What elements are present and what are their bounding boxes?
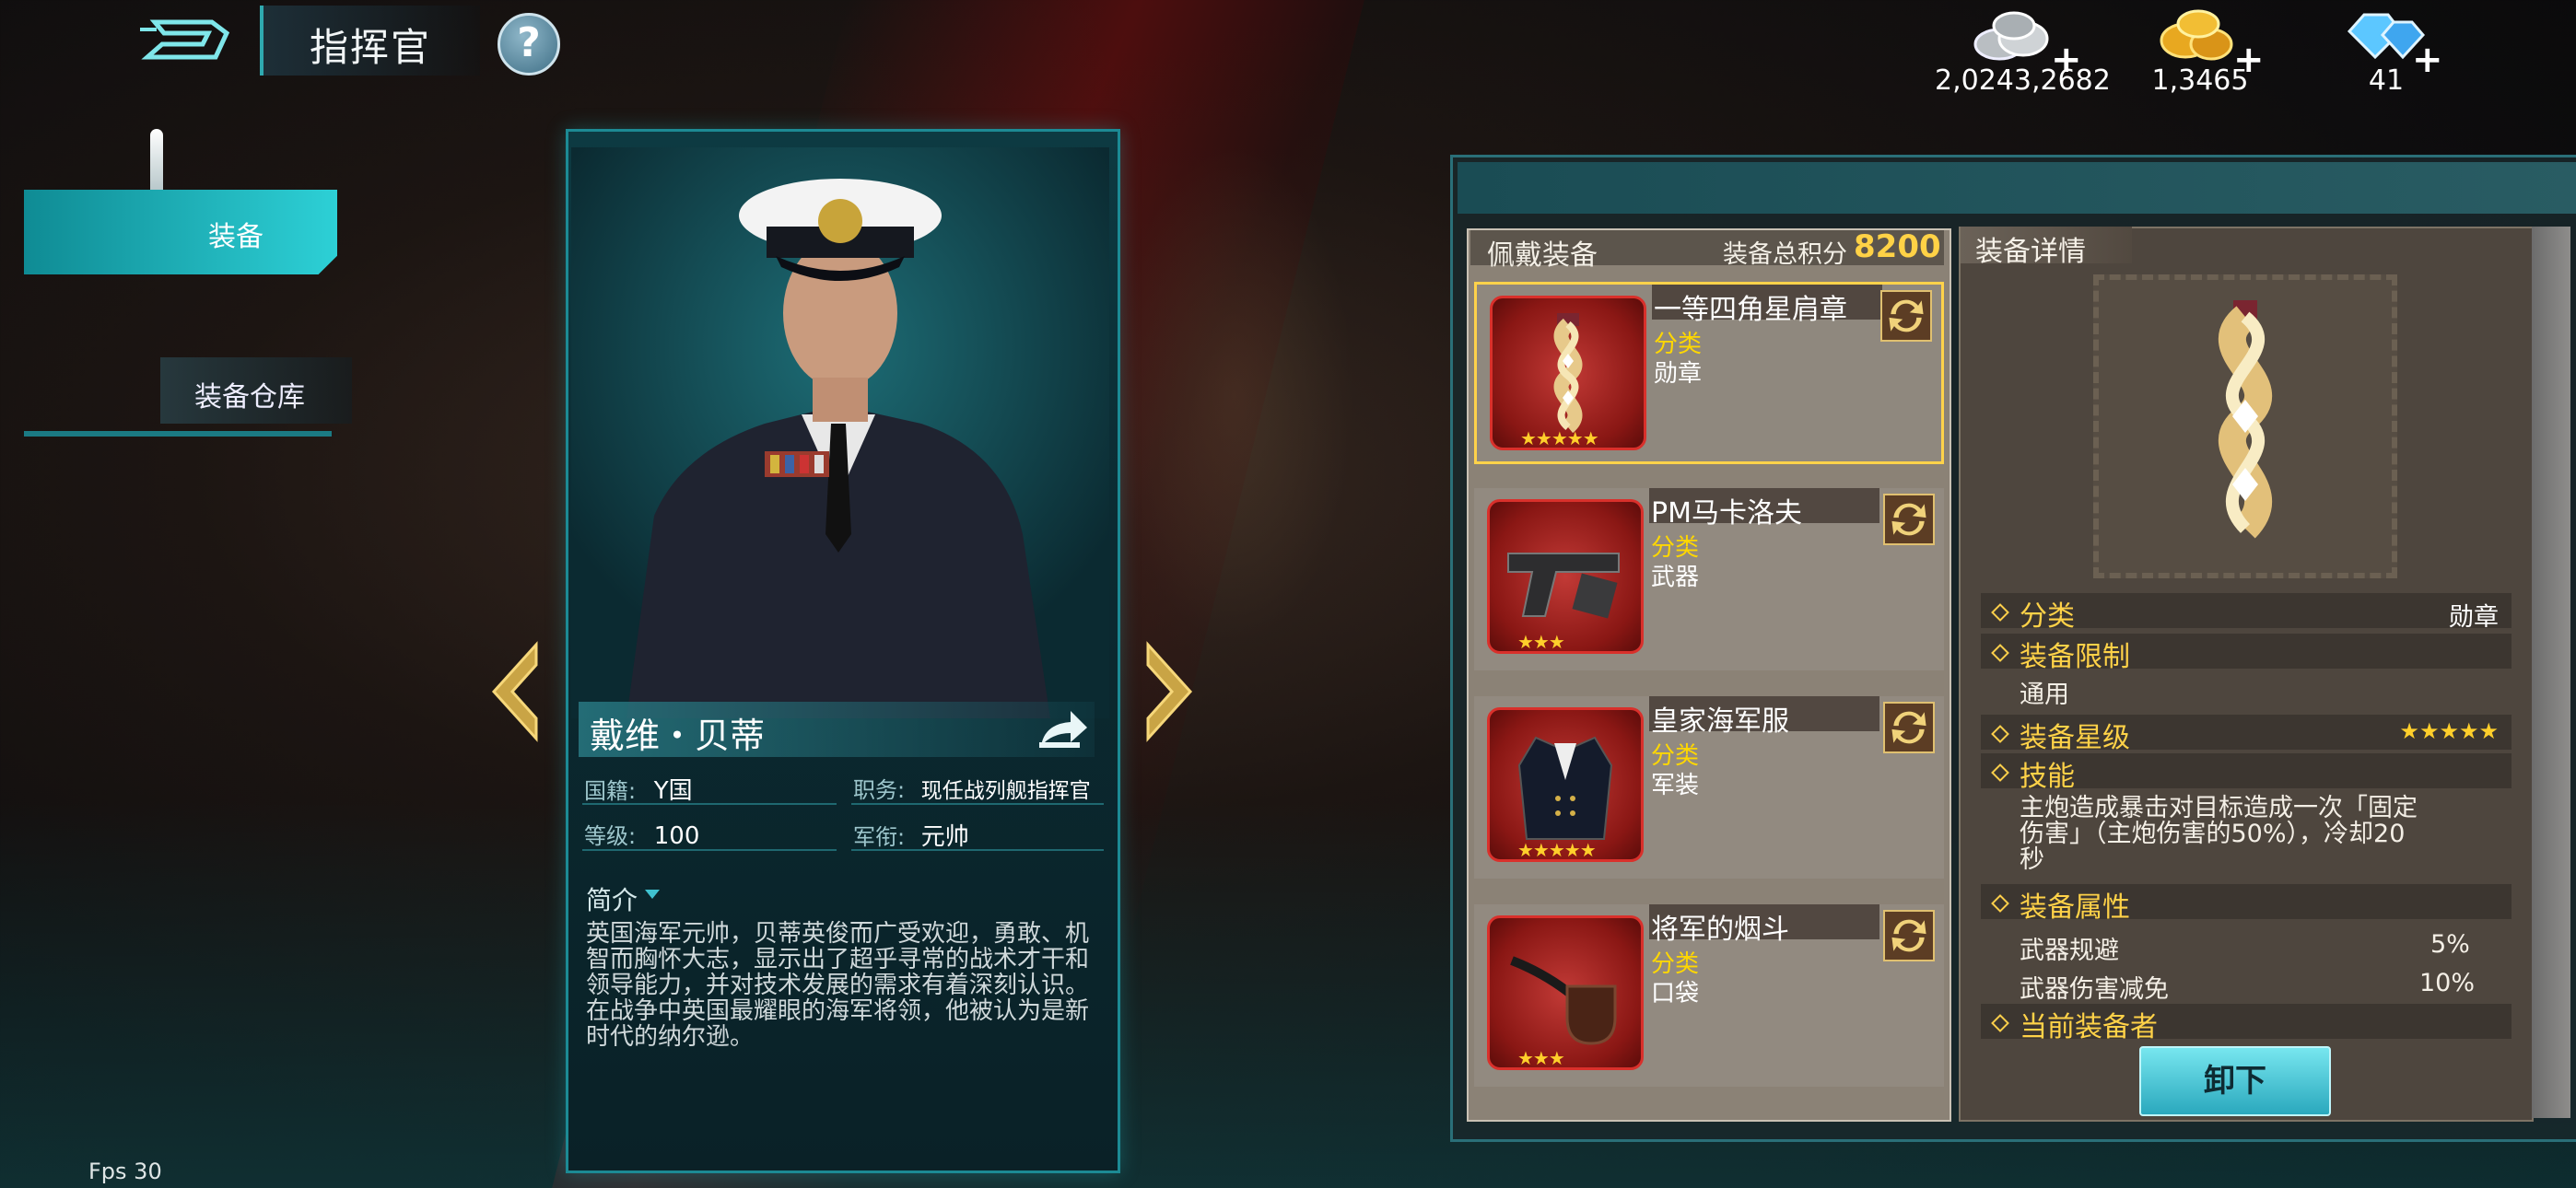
swap-icon[interactable]	[1883, 910, 1935, 961]
nationality-row: 国籍: Y国	[584, 772, 693, 806]
position-label: 职务:	[853, 777, 906, 803]
detail-star-label: 装备星级	[2020, 722, 2130, 754]
background-glow	[1115, 147, 1354, 645]
item-image: ★★★	[1487, 915, 1644, 1070]
attr-value: 5%	[2430, 930, 2470, 959]
epaulette-icon	[2219, 300, 2272, 539]
detail-holder-row: 当前装备者	[1981, 1004, 2512, 1043]
commander-brief: 英国海军元帅，贝蒂英俊而广受欢迎，勇敢、机智而胸怀大志，显示出了超乎寻常的战术才…	[586, 920, 1090, 1051]
score-label: 装备总积分	[1723, 240, 1847, 269]
item-name: 皇家海军服	[1651, 705, 1789, 738]
equipment-panel-header	[1458, 162, 2576, 214]
page-title: 指挥官	[310, 25, 432, 70]
silver-add-button[interactable]: +	[2051, 39, 2082, 81]
fps-counter: Fps 30	[88, 1159, 162, 1184]
rank-label: 军衔:	[853, 824, 906, 850]
diamond-add-button[interactable]: +	[2412, 39, 2443, 81]
divider	[582, 849, 837, 851]
detail-star-row: 装备星级 ★★★★★	[1981, 715, 2512, 754]
detail-title: 装备详情	[1975, 236, 2086, 268]
detail-category-row: 分类 勋章	[1981, 593, 2512, 633]
bullet-icon	[1991, 603, 2009, 622]
equipment-item[interactable]: ★★★ 将军的烟斗 分类 口袋	[1474, 904, 1944, 1087]
equipped-list-title: 佩戴装备	[1487, 239, 1598, 272]
position-value: 现任战列舰指挥官	[920, 779, 1091, 803]
level-value: 100	[653, 822, 700, 850]
bullet-icon	[1991, 894, 2009, 913]
detail-skill-text: 主炮造成暴击对目标造成一次「固定伤害」（主炮伤害的50%），冷却20秒	[2020, 794, 2418, 874]
item-category: 军装	[1651, 772, 1700, 799]
pistol-icon	[1507, 553, 1620, 619]
bullet-icon	[1991, 763, 2009, 782]
brief-toggle[interactable]: 简介	[586, 880, 638, 917]
detail-category-value: 勋章	[2449, 603, 2499, 632]
item-stars: ★★★	[1517, 631, 1565, 653]
item-image: ★★★★★	[1487, 707, 1644, 862]
back-logo-icon[interactable]	[138, 17, 230, 63]
detail-restriction-value: 通用	[2020, 681, 2069, 709]
unequip-button[interactable]: 卸下	[2139, 1046, 2331, 1116]
chevron-down-icon[interactable]	[645, 890, 660, 899]
sidebar-item-equipment[interactable]: 装备	[24, 190, 337, 274]
commander-portrait	[571, 147, 1109, 718]
item-name: 一等四角星肩章	[1654, 294, 1847, 326]
equipment-item[interactable]: ★★★★★ 一等四角星肩章 分类 勋章	[1474, 282, 1944, 464]
equipment-item[interactable]: ★★★ PM马卡洛夫 分类 武器	[1474, 488, 1944, 670]
uniform-icon	[1517, 736, 1613, 840]
nationality-label: 国籍:	[584, 778, 637, 804]
pipe-icon	[1510, 956, 1617, 1045]
attr-name: 武器伤害减免	[2020, 975, 2169, 1004]
help-button[interactable]: ?	[498, 13, 560, 76]
gold-add-button[interactable]: +	[2233, 39, 2265, 81]
bullet-icon	[1991, 644, 2009, 662]
item-image: ★★★★★	[1490, 296, 1646, 450]
share-icon[interactable]	[1036, 705, 1091, 751]
detail-star-value: ★★★★★	[2399, 718, 2499, 744]
attr-name: 武器规避	[2020, 937, 2119, 965]
divider	[582, 803, 837, 805]
next-commander-arrow-icon[interactable]	[1141, 641, 1196, 742]
divider	[851, 849, 1104, 851]
detail-skill-label: 技能	[2020, 761, 2075, 793]
item-category: 武器	[1651, 564, 1700, 591]
item-category: 口袋	[1651, 980, 1700, 1007]
swap-icon[interactable]	[1883, 702, 1935, 753]
previous-commander-arrow-icon[interactable]	[488, 641, 544, 742]
detail-attr-row: 装备属性	[1981, 884, 2512, 924]
swap-icon[interactable]	[1883, 494, 1935, 545]
sidebar-item-label: 装备仓库	[194, 381, 305, 413]
rank-value: 元帅	[920, 823, 969, 851]
item-stars: ★★★	[1517, 1047, 1565, 1069]
detail-category-label: 分类	[2020, 600, 2075, 633]
item-name: 将军的烟斗	[1651, 914, 1789, 946]
rank-row: 军衔: 元帅	[853, 818, 969, 852]
item-stars: ★★★★★	[1520, 427, 1599, 449]
detail-image-frame	[2093, 274, 2397, 578]
item-image: ★★★	[1487, 499, 1644, 654]
nationality-value: Y国	[653, 777, 693, 805]
item-category: 勋章	[1654, 360, 1703, 388]
level-row: 等级: 100	[584, 818, 699, 850]
divider	[851, 803, 1104, 805]
bullet-icon	[1991, 725, 2009, 743]
position-row: 职务: 现任战列舰指挥官	[853, 772, 1091, 804]
detail-holder-label: 当前装备者	[2020, 1011, 2158, 1043]
detail-restriction-row: 装备限制	[1981, 634, 2512, 673]
commander-name: 戴维・贝蒂	[590, 716, 766, 756]
level-label: 等级:	[584, 823, 637, 849]
equipment-item[interactable]: ★★★★★ 皇家海军服 分类 军装	[1474, 696, 1944, 879]
bullet-icon	[1991, 1014, 2009, 1032]
item-name: PM马卡洛夫	[1651, 497, 1802, 530]
score-value: 8200	[1854, 228, 1941, 265]
detail-attr-label: 装备属性	[2020, 891, 2130, 924]
epaulette-icon	[1553, 313, 1583, 434]
item-stars: ★★★★★	[1517, 839, 1597, 861]
detail-skill-row: 技能	[1981, 753, 2512, 793]
sidebar-item-warehouse[interactable]: 装备仓库	[24, 357, 352, 437]
detail-restriction-label: 装备限制	[2020, 641, 2130, 673]
attr-value: 10%	[2419, 969, 2476, 997]
panel-edge-rail	[2532, 227, 2570, 1118]
swap-icon[interactable]	[1880, 290, 1932, 342]
sidebar-item-label: 装备	[208, 221, 263, 253]
